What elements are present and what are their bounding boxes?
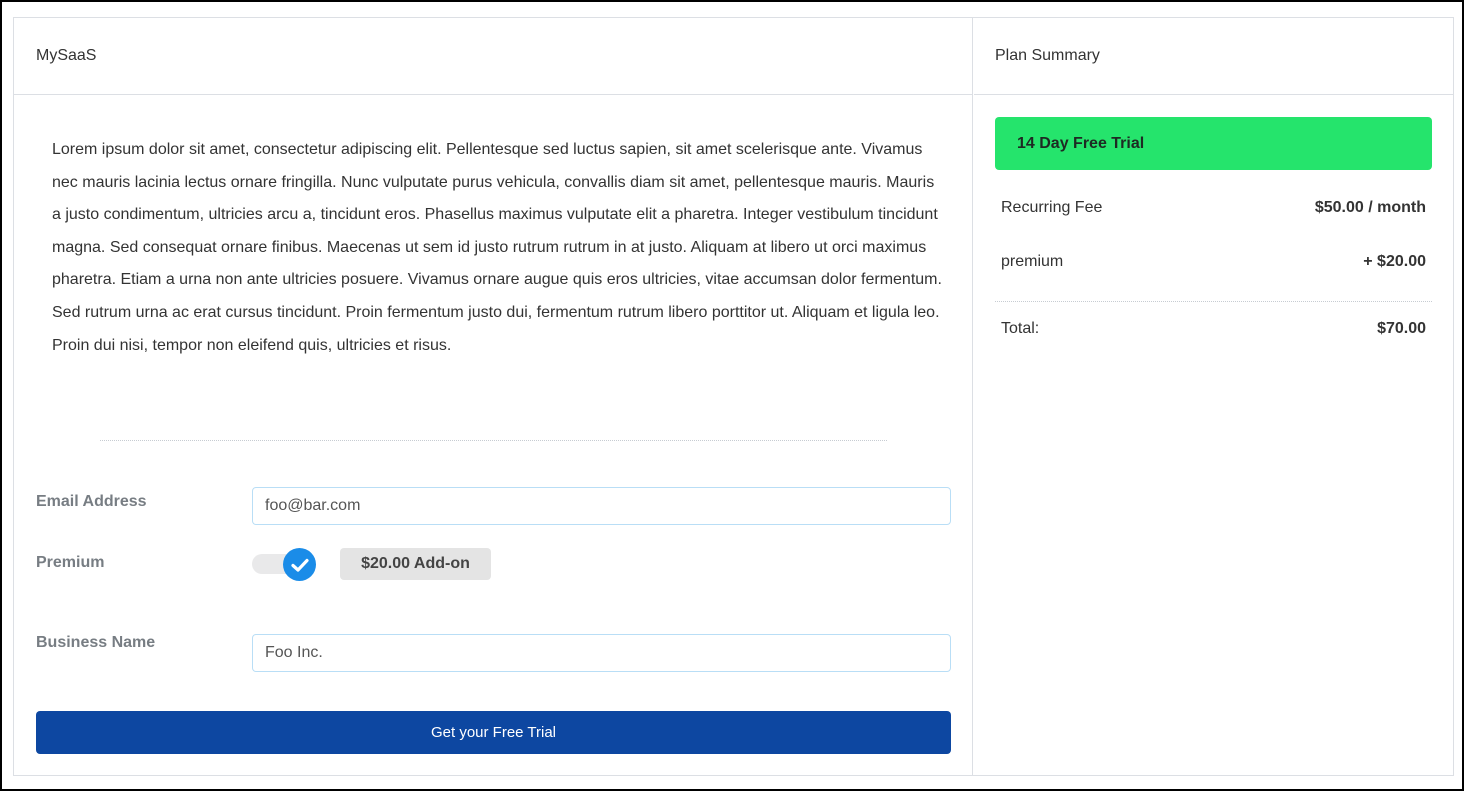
summary-line-label: premium <box>1001 253 1064 270</box>
summary-line-label: Recurring Fee <box>1001 199 1103 216</box>
summary-line-value: + $20.00 <box>1363 253 1426 270</box>
brand-name: MySaaS <box>36 47 97 64</box>
trial-banner: 14 Day Free Trial <box>995 117 1432 170</box>
summary-total-value: $70.00 <box>1377 320 1426 337</box>
summary-line: premium + $20.00 <box>1001 253 1426 271</box>
signup-column: MySaaS Lorem ipsum dolor sit amet, conse… <box>14 18 973 775</box>
summary-line-value: $50.00 / month <box>1314 199 1426 216</box>
brand-header: MySaaS <box>14 18 972 95</box>
toggle-knob[interactable] <box>283 548 316 581</box>
plan-summary-column: Plan Summary 14 Day Free Trial Recurring… <box>974 18 1453 775</box>
intro-paragraph: Lorem ipsum dolor sit amet, consectetur … <box>52 141 942 354</box>
premium-label: Premium <box>36 554 105 571</box>
summary-total: Total: $70.00 <box>1001 320 1426 338</box>
plan-summary-title: Plan Summary <box>995 47 1100 64</box>
check-icon <box>290 558 309 572</box>
summary-total-label: Total: <box>1001 320 1040 337</box>
addon-price-badge: $20.00 Add-on <box>340 548 491 580</box>
section-divider <box>100 440 887 441</box>
plan-summary-header: Plan Summary <box>974 18 1453 95</box>
business-name-label: Business Name <box>36 634 156 651</box>
summary-line: Recurring Fee $50.00 / month <box>1001 199 1426 217</box>
window-frame: MySaaS Lorem ipsum dolor sit amet, conse… <box>0 0 1464 791</box>
premium-toggle[interactable] <box>252 548 318 581</box>
summary-divider <box>995 301 1432 302</box>
free-trial-button[interactable]: Get your Free Trial <box>36 711 951 754</box>
email-label: Email Address <box>36 493 147 510</box>
checkout-panel: MySaaS Lorem ipsum dolor sit amet, conse… <box>13 17 1454 776</box>
email-field[interactable] <box>252 487 951 525</box>
business-name-field[interactable] <box>252 634 951 672</box>
